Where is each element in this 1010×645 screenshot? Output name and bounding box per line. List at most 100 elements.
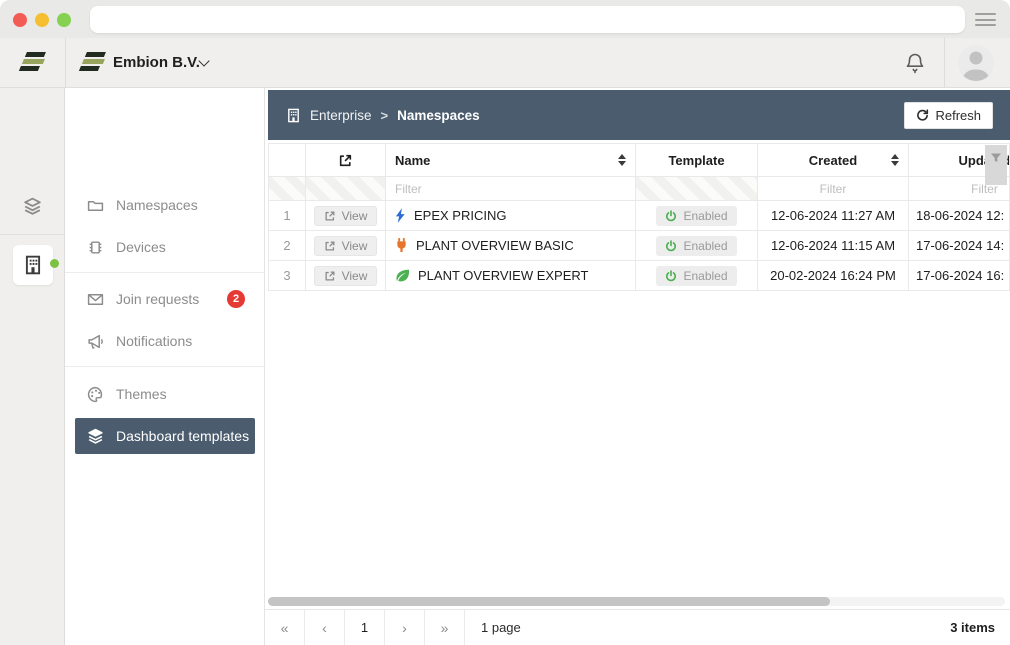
status-label: Enabled bbox=[683, 239, 727, 253]
header-created-label: Created bbox=[809, 153, 857, 168]
close-window-button[interactable] bbox=[13, 13, 27, 27]
row-index: 3 bbox=[268, 261, 306, 290]
status-badge: Enabled bbox=[656, 206, 736, 226]
sidebar-item-label: Themes bbox=[116, 386, 167, 402]
filter-template-disabled bbox=[636, 177, 758, 200]
plug-icon bbox=[395, 238, 408, 253]
table-filter-row bbox=[268, 177, 1010, 201]
header-created[interactable]: Created bbox=[758, 144, 909, 176]
main-content: Enterprise > Namespaces Refresh bbox=[265, 88, 1010, 645]
header-template-label: Template bbox=[668, 153, 724, 168]
sidebar-item-themes[interactable]: Themes bbox=[65, 376, 265, 412]
building-icon bbox=[286, 108, 301, 123]
user-avatar[interactable] bbox=[958, 45, 994, 81]
filter-panel-tab[interactable] bbox=[985, 145, 1007, 185]
status-badge: Enabled bbox=[656, 266, 736, 286]
status-label: Enabled bbox=[683, 269, 727, 283]
created-cell: 12-06-2024 11:27 AM bbox=[758, 201, 909, 230]
refresh-button[interactable]: Refresh bbox=[904, 102, 993, 129]
items-count-label: 3 items bbox=[950, 620, 995, 635]
browser-chrome bbox=[0, 0, 1010, 38]
power-icon bbox=[665, 270, 677, 282]
row-index: 2 bbox=[268, 231, 306, 260]
current-page-button[interactable]: 1 bbox=[345, 610, 385, 645]
namespaces-table: Name Template Created Updated bbox=[268, 143, 1010, 291]
view-label: View bbox=[342, 209, 368, 223]
sidebar-item-label: Join requests bbox=[116, 291, 199, 307]
table-row: 1 View EPEX PRICING bbox=[268, 201, 1010, 231]
icon-rail bbox=[0, 88, 65, 645]
prev-page-button[interactable]: ‹ bbox=[305, 610, 345, 645]
view-button[interactable]: View bbox=[314, 206, 378, 226]
enterprise-building-icon[interactable] bbox=[13, 245, 53, 285]
org-switcher[interactable]: Embion B.V. bbox=[113, 54, 200, 71]
namespace-name: PLANT OVERVIEW BASIC bbox=[416, 238, 574, 253]
view-button[interactable]: View bbox=[314, 266, 378, 286]
sidebar-divider bbox=[65, 272, 265, 273]
join-requests-badge: 2 bbox=[227, 290, 245, 308]
minimize-window-button[interactable] bbox=[35, 13, 49, 27]
pagination-bar: « ‹ 1 › » 1 page 3 items bbox=[265, 609, 1010, 645]
header-index bbox=[268, 144, 306, 176]
header-name[interactable]: Name bbox=[386, 144, 636, 176]
filter-view-disabled bbox=[306, 177, 386, 200]
header-template: Template bbox=[636, 144, 758, 176]
filter-created-cell bbox=[758, 177, 909, 200]
app-window: Embion B.V. bbox=[0, 0, 1010, 645]
updated-cell: 18-06-2024 12: bbox=[909, 201, 1010, 230]
name-filter-input[interactable] bbox=[395, 182, 635, 196]
palette-icon bbox=[87, 386, 104, 403]
sidebar-item-label: Devices bbox=[116, 239, 166, 255]
folder-icon bbox=[87, 197, 104, 214]
zoom-window-button[interactable] bbox=[57, 13, 71, 27]
sidebar-item-join-requests[interactable]: Join requests 2 bbox=[65, 281, 265, 317]
created-cell: 12-06-2024 11:15 AM bbox=[758, 231, 909, 260]
layers-icon bbox=[87, 428, 104, 445]
leaf-icon bbox=[395, 269, 410, 282]
breadcrumb-enterprise[interactable]: Enterprise bbox=[310, 108, 372, 123]
last-page-button[interactable]: » bbox=[425, 610, 465, 645]
chip-icon bbox=[87, 239, 104, 256]
brand-logo-icon bbox=[20, 52, 46, 73]
created-filter-input[interactable] bbox=[758, 182, 908, 196]
header-view bbox=[306, 144, 386, 176]
funnel-icon bbox=[990, 152, 1002, 185]
view-label: View bbox=[342, 269, 368, 283]
sidebar-item-devices[interactable]: Devices bbox=[65, 229, 265, 265]
first-page-button[interactable]: « bbox=[265, 610, 305, 645]
view-label: View bbox=[342, 239, 368, 253]
rail-divider bbox=[0, 234, 65, 235]
sidebar-item-dashboard-templates[interactable]: Dashboard templates bbox=[75, 418, 255, 454]
sidebar-item-namespaces[interactable]: Namespaces bbox=[65, 187, 265, 223]
megaphone-icon bbox=[87, 333, 104, 350]
status-label: Enabled bbox=[683, 209, 727, 223]
sort-icon[interactable] bbox=[891, 154, 899, 166]
updated-cell: 17-06-2024 16: bbox=[909, 261, 1010, 290]
created-cell: 20-02-2024 16:24 PM bbox=[758, 261, 909, 290]
header-divider bbox=[65, 38, 66, 88]
workspaces-layers-icon[interactable] bbox=[22, 196, 43, 217]
power-icon bbox=[665, 240, 677, 252]
sidebar-divider bbox=[65, 366, 265, 367]
next-page-button[interactable]: › bbox=[385, 610, 425, 645]
browser-menu-icon[interactable] bbox=[975, 13, 996, 26]
horizontal-scrollbar[interactable] bbox=[268, 597, 1005, 606]
view-button[interactable]: View bbox=[314, 236, 378, 256]
url-bar[interactable] bbox=[90, 6, 965, 33]
notifications-bell-icon[interactable] bbox=[903, 51, 927, 75]
scrollbar-thumb[interactable] bbox=[268, 597, 830, 606]
external-link-icon bbox=[338, 153, 353, 168]
filter-name-cell bbox=[386, 177, 636, 200]
online-status-dot bbox=[50, 259, 59, 268]
sidebar-item-notifications[interactable]: Notifications bbox=[65, 323, 265, 359]
sidebar-item-label: Notifications bbox=[116, 333, 192, 349]
filter-index-disabled bbox=[268, 177, 306, 200]
namespace-name: EPEX PRICING bbox=[414, 208, 506, 223]
namespace-name: PLANT OVERVIEW EXPERT bbox=[418, 268, 589, 283]
breadcrumb-namespaces: Namespaces bbox=[397, 108, 480, 123]
refresh-icon bbox=[916, 109, 929, 122]
breadcrumb-separator: > bbox=[381, 108, 389, 123]
table-header-row: Name Template Created Updated bbox=[268, 143, 1010, 177]
sort-icon[interactable] bbox=[618, 154, 626, 166]
header-divider bbox=[944, 38, 945, 88]
